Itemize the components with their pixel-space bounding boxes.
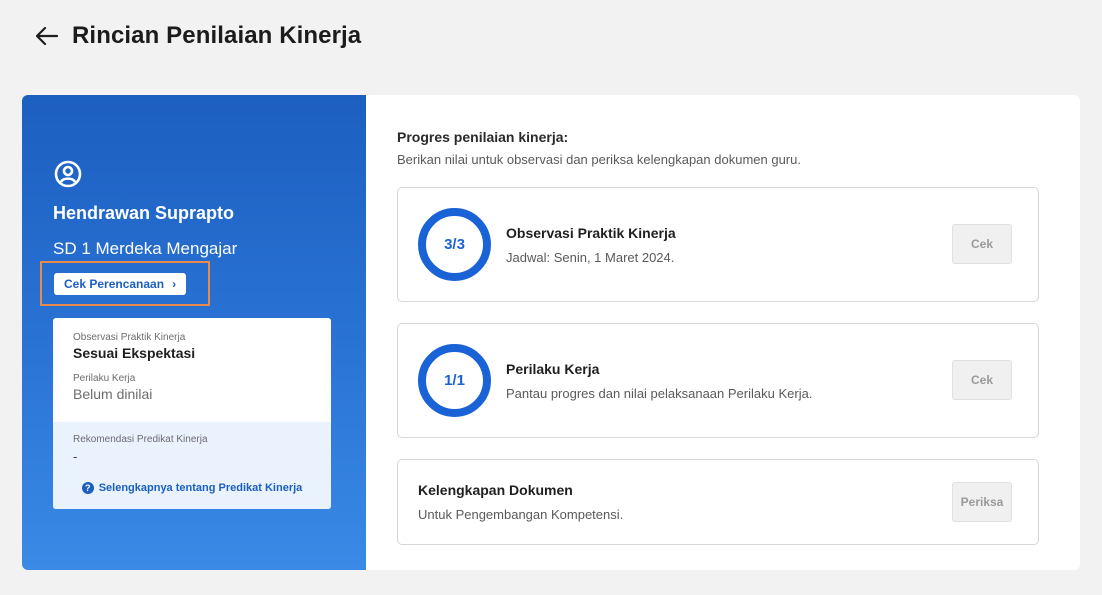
task-description: Pantau progres dan nilai pelaksanaan Per… [506, 386, 813, 401]
back-button[interactable] [34, 23, 60, 49]
cek-observasi-button[interactable]: Cek [952, 224, 1012, 264]
task-title: Observasi Praktik Kinerja [506, 225, 676, 241]
task-title: Perilaku Kerja [506, 361, 600, 377]
observasi-label: Observasi Praktik Kinerja [73, 332, 186, 343]
progress-ring: 3/3 [418, 208, 491, 281]
profile-panel: Hendrawan Suprapto SD 1 Merdeka Mengajar… [22, 95, 366, 570]
question-circle-icon: ? [81, 482, 94, 494]
rekomendasi-value: - [73, 449, 78, 464]
chevron-right-icon: › [172, 277, 177, 291]
user-circle-icon [54, 160, 82, 188]
progress-title: Progres penilaian kinerja: [397, 129, 569, 145]
predikat-info-link[interactable]: ? Selengkapnya tentang Predikat Kinerja [73, 482, 311, 494]
arrow-left-icon [36, 27, 58, 45]
progress-subtitle: Berikan nilai untuk observasi dan periks… [397, 152, 801, 167]
task-card-perilaku: 1/1 Perilaku Kerja Pantau progres dan ni… [397, 323, 1039, 438]
progress-ring: 1/1 [418, 344, 491, 417]
task-description: Untuk Pengembangan Kompetensi. [418, 507, 624, 522]
summary-top: Observasi Praktik Kinerja Sesuai Ekspekt… [53, 318, 331, 422]
check-plan-button[interactable]: Cek Perencanaan › [54, 273, 187, 295]
summary-recommendation: Rekomendasi Predikat Kinerja - ? Selengk… [53, 422, 331, 509]
user-name: Hendrawan Suprapto [53, 203, 235, 223]
periksa-dokumen-button[interactable]: Periksa [952, 482, 1012, 522]
school-name: SD 1 Merdeka Mengajar [53, 239, 238, 258]
page-header: Rincian Penilaian Kinerja [34, 22, 361, 50]
summary-box: Observasi Praktik Kinerja Sesuai Ekspekt… [53, 318, 331, 509]
task-description: Jadwal: Senin, 1 Maret 2024. [506, 250, 675, 265]
perilaku-label: Perilaku Kerja [73, 373, 136, 384]
observasi-value: Sesuai Ekspektasi [73, 345, 196, 361]
cek-perilaku-button[interactable]: Cek [952, 360, 1012, 400]
task-card-dokumen: Kelengkapan Dokumen Untuk Pengembangan K… [397, 459, 1039, 545]
task-title: Kelengkapan Dokumen [418, 482, 573, 498]
task-card-observasi: 3/3 Observasi Praktik Kinerja Jadwal: Se… [397, 187, 1039, 302]
perilaku-value: Belum dinilai [73, 386, 153, 402]
predikat-info-label: Selengkapnya tentang Predikat Kinerja [98, 482, 303, 494]
assessment-card: Hendrawan Suprapto SD 1 Merdeka Mengajar… [22, 95, 1080, 570]
check-plan-label: Cek Perencanaan [64, 277, 165, 291]
page-title: Rincian Penilaian Kinerja [72, 22, 362, 49]
rekomendasi-label: Rekomendasi Predikat Kinerja [73, 434, 208, 445]
